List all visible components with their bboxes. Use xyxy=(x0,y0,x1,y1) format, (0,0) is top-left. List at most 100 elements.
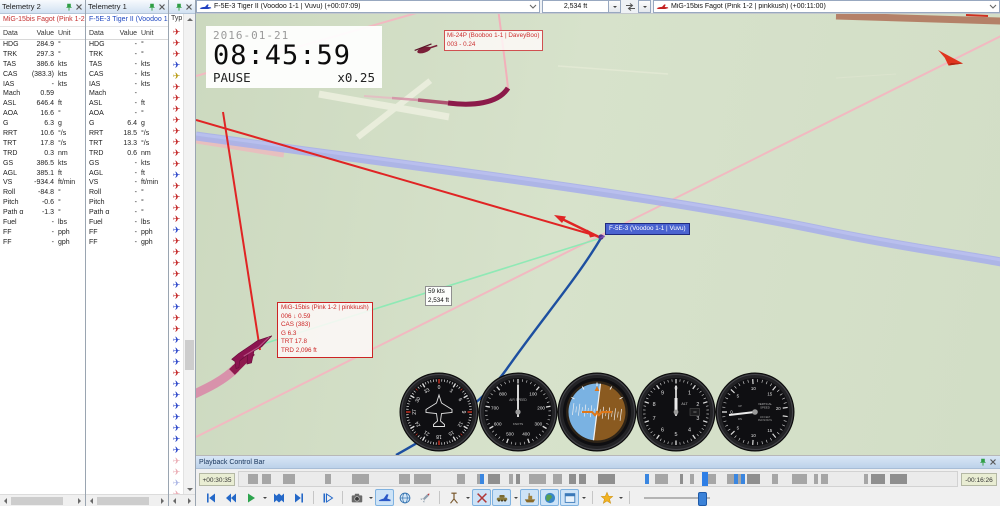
object-list-item[interactable]: ✈ xyxy=(169,126,184,137)
mig-object-label[interactable]: MiG-15bis (Pink 1-2 | pinkkush) 006 ↓ 0.… xyxy=(277,302,373,358)
skip-start-button[interactable] xyxy=(201,489,220,506)
object-list-item[interactable]: ✈ xyxy=(169,467,184,478)
col-unit[interactable]: Unit xyxy=(54,27,82,39)
play-dropdown-button[interactable] xyxy=(261,490,268,505)
object-list-item[interactable]: ✈ xyxy=(169,313,184,324)
object-list-item[interactable]: ✈ xyxy=(169,346,184,357)
remaining-time-field[interactable]: -00:16:26 xyxy=(961,472,997,486)
swap-objects-button[interactable] xyxy=(623,0,638,13)
scroll-right-icon[interactable] xyxy=(75,495,85,506)
object-list-item[interactable]: ✈ xyxy=(169,357,184,368)
chevron-down-icon[interactable] xyxy=(989,4,997,9)
object-list-item[interactable]: ✈ xyxy=(169,148,184,159)
camera-button[interactable] xyxy=(347,489,366,506)
object-list-item[interactable]: ✈ xyxy=(169,214,184,225)
rewind-button[interactable] xyxy=(221,489,240,506)
pin-icon[interactable] xyxy=(148,3,156,11)
range-dropdown-button[interactable] xyxy=(608,0,621,13)
object-list-item[interactable]: ✈ xyxy=(169,247,184,258)
secondary-object-combo[interactable]: MiG-15bis Fagot (Pink 1-2 | pinkkush) (+… xyxy=(653,0,1000,13)
globe-button[interactable] xyxy=(395,489,414,506)
tripod-button[interactable] xyxy=(444,489,463,506)
missile-button[interactable] xyxy=(415,489,434,506)
helicopter-icon[interactable] xyxy=(414,42,438,55)
scrollbar-thumb[interactable] xyxy=(185,340,194,370)
slider-thumb[interactable] xyxy=(698,491,707,506)
f5-object-label[interactable]: F-5E-3 (Voodoo 1-1 | Vuvu) xyxy=(605,223,690,235)
object-list-item[interactable]: ✈ xyxy=(169,335,184,346)
chevron-down-icon[interactable] xyxy=(529,4,537,9)
object-list-item[interactable]: ✈ xyxy=(169,181,184,192)
object-list-item[interactable]: ✈ xyxy=(169,478,184,489)
vehicle-dropdown-button[interactable] xyxy=(512,490,519,505)
scroll-down-icon[interactable] xyxy=(184,486,195,494)
object-list-item[interactable]: ✈ xyxy=(169,434,184,445)
object-list-item[interactable]: ✈ xyxy=(169,390,184,401)
star-button[interactable] xyxy=(597,489,616,506)
close-icon[interactable] xyxy=(185,3,193,11)
elapsed-time-field[interactable]: +00:30:35 xyxy=(199,472,235,486)
object-list-item[interactable]: ✈ xyxy=(169,280,184,291)
vehicle-button[interactable] xyxy=(492,489,511,506)
object-list-item[interactable]: ✈ xyxy=(169,401,184,412)
cross-button[interactable] xyxy=(472,489,491,506)
star-dropdown-button[interactable] xyxy=(617,490,624,505)
scroll-right-icon[interactable] xyxy=(158,495,168,506)
ship-button[interactable] xyxy=(520,489,539,506)
scroll-left-icon[interactable] xyxy=(86,495,96,506)
tripod-dropdown-button[interactable] xyxy=(464,490,471,505)
object-list-item[interactable]: ✈ xyxy=(169,93,184,104)
pin-icon[interactable] xyxy=(175,3,183,11)
vertical-scrollbar[interactable] xyxy=(183,14,195,495)
object-list-item[interactable]: ✈ xyxy=(169,379,184,390)
object-list-item[interactable]: ✈ xyxy=(169,225,184,236)
object-list-item[interactable]: ✈ xyxy=(169,236,184,247)
object-list-item[interactable]: ✈ xyxy=(169,82,184,93)
object-list-item[interactable]: ✈ xyxy=(169,170,184,181)
scroll-right-icon[interactable] xyxy=(185,495,195,506)
tracked-object-name[interactable]: MiG-15bis Fagot (Pink 1-2 |... xyxy=(0,14,85,27)
skip-end-button[interactable] xyxy=(289,489,308,506)
col-value[interactable]: Value xyxy=(27,27,54,39)
object-list-item[interactable]: ✈ xyxy=(169,269,184,280)
primary-object-combo[interactable]: F-5E-3 Tiger II (Voodoo 1-1 | Vuvu) (+00… xyxy=(196,0,540,13)
camera-dropdown-button[interactable] xyxy=(367,490,374,505)
horizontal-scrollbar[interactable] xyxy=(86,494,168,506)
map-3d-viewport[interactable]: 2016-01-21 08:45:59 PAUSE x0.25 Mi-24P (… xyxy=(196,14,1000,455)
swap-dropdown-button[interactable] xyxy=(638,0,651,13)
scrollbar-thumb[interactable] xyxy=(11,496,63,505)
object-list-item[interactable]: ✈ xyxy=(169,423,184,434)
object-list-item[interactable]: ✈ xyxy=(169,27,184,38)
object-list-item[interactable]: ✈ xyxy=(169,368,184,379)
type-column-header[interactable]: Typ xyxy=(171,15,182,22)
mi24-object-label[interactable]: Mi-24P (Booboo 1-1 | DaveyBoo) 003 - 0.2… xyxy=(444,30,543,51)
object-list-item[interactable]: ✈ xyxy=(169,104,184,115)
horizontal-scrollbar[interactable] xyxy=(169,494,195,506)
object-list-item[interactable]: ✈ xyxy=(169,302,184,313)
object-list-item[interactable]: ✈ xyxy=(169,38,184,49)
col-data[interactable]: Data xyxy=(89,27,110,39)
window-button[interactable] xyxy=(560,489,579,506)
object-list-item[interactable]: ✈ xyxy=(169,412,184,423)
object-list-item[interactable]: ✈ xyxy=(169,456,184,467)
object-list-item[interactable]: ✈ xyxy=(169,71,184,82)
object-list-item[interactable]: ✈ xyxy=(169,60,184,71)
speed-slider[interactable] xyxy=(644,491,710,506)
object-list-item[interactable]: ✈ xyxy=(169,324,184,335)
timeline-track[interactable] xyxy=(238,471,958,487)
pin-icon[interactable] xyxy=(65,3,73,11)
scroll-up-icon[interactable] xyxy=(184,15,195,23)
play-button[interactable] xyxy=(241,489,260,506)
object-list-item[interactable]: ✈ xyxy=(169,137,184,148)
col-unit[interactable]: Unit xyxy=(137,27,165,39)
mig-aircraft-icon[interactable] xyxy=(230,333,279,372)
col-data[interactable]: Data xyxy=(3,27,27,39)
range-display-combo[interactable]: 2,534 ft xyxy=(542,0,608,13)
tracked-object-name[interactable]: F-5E-3 Tiger II (Voodoo 1-1 ... xyxy=(86,14,168,27)
object-list-item[interactable]: ✈ xyxy=(169,115,184,126)
object-list-item[interactable]: ✈ xyxy=(169,258,184,269)
window-dropdown-button[interactable] xyxy=(580,490,587,505)
object-list-item[interactable]: ✈ xyxy=(169,445,184,456)
close-icon[interactable] xyxy=(75,3,83,11)
aircraft-button[interactable] xyxy=(375,489,394,506)
